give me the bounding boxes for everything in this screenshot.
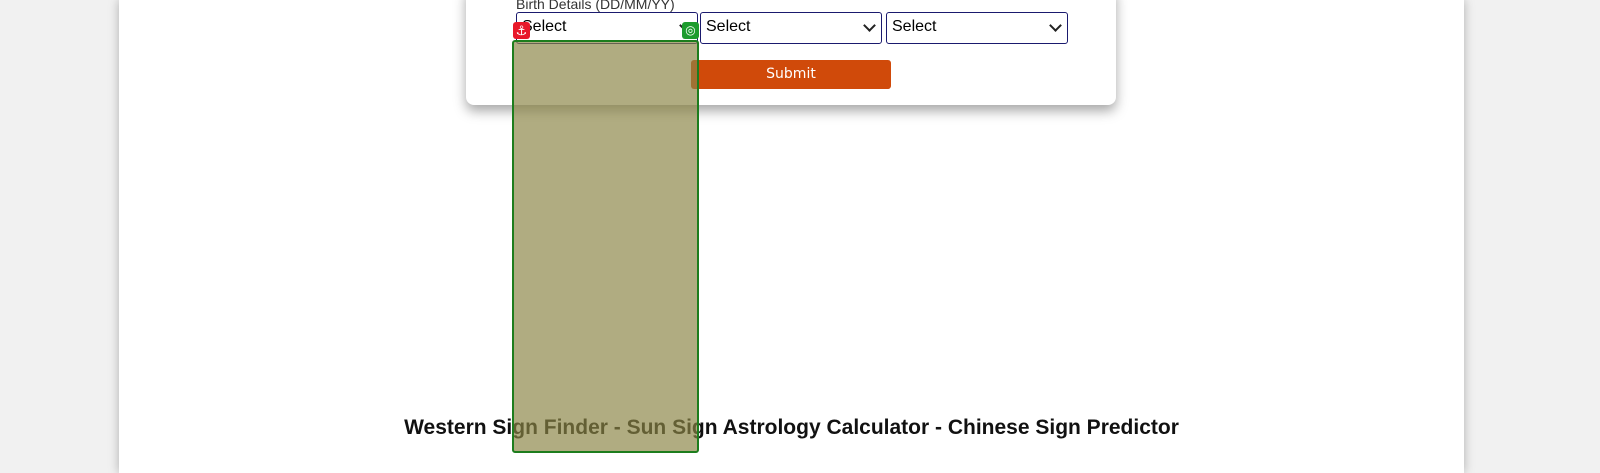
target-icon: ◎: [682, 22, 699, 39]
anchor-icon: ⚓: [513, 22, 530, 39]
birth-details-label: Birth Details (DD/MM/YY): [516, 0, 675, 12]
page-title: Western Sign Finder - Sun Sign Astrology…: [404, 416, 1179, 439]
highlight-overlay: [512, 40, 699, 453]
month-select-value: Select: [706, 18, 751, 35]
year-select-value: Select: [892, 18, 937, 35]
chevron-down-icon: [1049, 19, 1062, 32]
year-select[interactable]: Select: [886, 12, 1068, 44]
month-select[interactable]: Select: [700, 12, 882, 44]
chevron-down-icon: [863, 19, 876, 32]
submit-button[interactable]: Submit: [691, 60, 891, 89]
